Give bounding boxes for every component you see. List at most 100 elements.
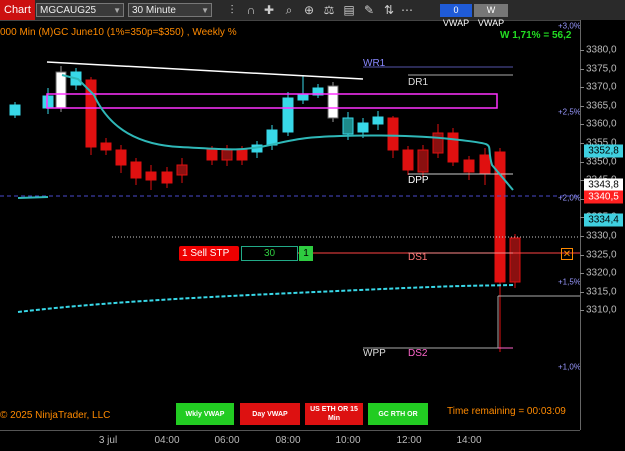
time-label: 10:00: [335, 435, 361, 446]
time-remaining: Time remaining = 00:03:09: [447, 406, 566, 417]
price-chart[interactable]: [0, 20, 580, 430]
instrument-selector[interactable]: MGCAUG25 ▼: [36, 3, 124, 17]
pivot-label-wpp: WPP: [363, 348, 386, 359]
time-label: 12:00: [396, 435, 422, 446]
time-label: 14:00: [456, 435, 482, 446]
candle-body: [357, 122, 369, 133]
bar-type-icon[interactable]: ⫶: [225, 3, 239, 17]
pct-label: +1,5%: [558, 277, 581, 287]
candle-body: [100, 142, 112, 151]
axis-line: [580, 20, 581, 430]
day-vwap-button[interactable]: Day VWAP: [240, 403, 300, 425]
tick-mark: [580, 310, 584, 312]
candle-body: [42, 95, 54, 109]
tick-mark: [580, 68, 584, 70]
time-axis[interactable]: 3 jul 04:00 06:00 08:00 10:00 12:00 14:0…: [0, 430, 580, 451]
time-label: 3 jul: [98, 435, 118, 446]
more-icon[interactable]: ⋯: [400, 3, 414, 17]
pct-label: +2,5%: [558, 107, 581, 117]
pivot-label-wr1: WR1: [363, 58, 386, 69]
properties-icon[interactable]: ⊕: [302, 3, 316, 17]
weekly-stat: W 1,71% = 56,2: [500, 30, 572, 41]
order-count[interactable]: 1: [299, 246, 313, 261]
price-tick-label: 3365,0: [586, 100, 617, 112]
order-quantity-field[interactable]: 30: [241, 246, 298, 261]
sell-stop-label: 1 Sell STP: [182, 248, 230, 259]
time-label: 08:00: [275, 435, 301, 446]
pivot-label-dr1: DR1: [408, 77, 429, 88]
pct-label: +2,0%: [558, 193, 581, 203]
chart-toolbar: Chart MGCAUG25 ▼ 30 Minute ▼ ⫶ ∩ ✚ ⌕ ⊕ ⚖…: [0, 0, 625, 28]
candle-body: [9, 104, 21, 116]
candle-body: [447, 132, 459, 163]
candle-body: [509, 237, 521, 283]
weekly-vwap-button[interactable]: Wkly VWAP: [176, 403, 234, 425]
candle-body: [327, 85, 339, 119]
price-tick-label: 3320,0: [586, 267, 617, 279]
pivot-label-ds1: DS1: [408, 252, 428, 263]
candle-body: [145, 171, 157, 181]
tick-mark: [580, 161, 584, 163]
eth-or-button[interactable]: US ETH OR 15 Min: [305, 403, 363, 425]
magnet-icon[interactable]: ∩: [244, 3, 258, 17]
candle-body: [130, 161, 142, 179]
time-label: 06:00: [214, 435, 240, 446]
candle-body: [161, 171, 173, 184]
weekly-vwap-line: [17, 284, 514, 313]
candle-body: [297, 93, 309, 101]
interval-selector[interactable]: 30 Minute ▼: [128, 3, 212, 17]
price-tick-label: 3375,0: [586, 63, 617, 75]
price-tick-label: 3370,0: [586, 81, 617, 93]
candle-body: [479, 154, 491, 175]
sell-stop-price-flag: 3340,5: [584, 190, 623, 204]
price-tick-label: 3360,0: [586, 118, 617, 130]
sell-stop-order[interactable]: 1 Sell STP: [179, 246, 239, 261]
candle-body: [176, 164, 188, 176]
tick-mark: [580, 291, 584, 293]
candle-body: [372, 116, 384, 125]
chart-trader-icon[interactable]: ⇅: [382, 3, 396, 17]
vwap-price-flag: 3352,8: [584, 144, 623, 158]
candle-body: [282, 97, 294, 133]
tick-mark: [580, 273, 584, 275]
instrument-value: MGCAUG25: [40, 5, 97, 16]
price-tick-label: 3350,0: [586, 156, 617, 168]
tick-mark: [580, 254, 584, 256]
last-price-flag: 3343,8: [584, 178, 623, 192]
drawing-tools-icon[interactable]: ✎: [362, 3, 376, 17]
candles: [9, 66, 521, 352]
indicators-icon[interactable]: ▤: [342, 3, 356, 17]
candle-body: [206, 149, 218, 161]
tick-mark: [580, 124, 584, 126]
pct-label: +3,0%: [558, 21, 581, 31]
candle-body: [236, 149, 248, 161]
tick-mark: [580, 87, 584, 89]
candle-body: [221, 149, 233, 161]
candle-body: [85, 79, 97, 148]
tick-mark: [580, 236, 584, 237]
tick-mark: [580, 105, 584, 107]
chevron-down-icon: ▼: [201, 6, 209, 15]
rth-or-button[interactable]: GC RTH OR: [368, 403, 428, 425]
crosshair-icon[interactable]: ✚: [262, 3, 276, 17]
candle-body: [432, 132, 444, 154]
pivot-label-dpp: DPP: [408, 175, 429, 186]
price-tick-label: 3315,0: [586, 286, 617, 298]
candle-body: [55, 71, 67, 109]
copyright: © 2025 NinjaTrader, LLC: [0, 410, 111, 421]
zoom-icon[interactable]: ⌕: [282, 3, 296, 17]
chart-tab[interactable]: Chart: [0, 0, 35, 20]
candle-body: [342, 117, 354, 135]
candle-body: [115, 149, 127, 166]
chevron-down-icon: ▼: [113, 6, 121, 15]
trendline: [46, 61, 364, 80]
vwap-toggle-button[interactable]: 0 VWAP: [440, 4, 472, 28]
candle-body: [417, 149, 429, 173]
price-tick-label: 3380,0: [586, 44, 617, 56]
strategies-icon[interactable]: ⚖: [322, 3, 336, 17]
tick-mark: [580, 50, 584, 51]
wvwap-toggle-button[interactable]: W VWAP: [474, 4, 508, 28]
close-order-icon[interactable]: ✕: [561, 248, 573, 260]
wvwap-price-flag: 3334,4: [584, 213, 623, 227]
chart-header: 000 Min (M)GC June10 (1%=350p=$350) , We…: [0, 27, 237, 38]
